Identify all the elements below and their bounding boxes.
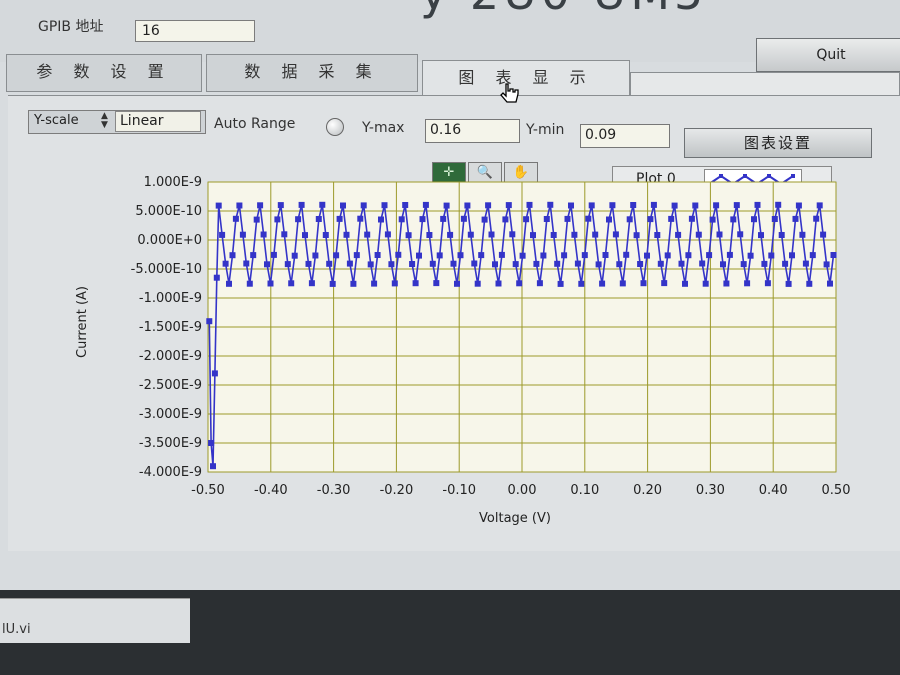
window-title: y 2U0 UM5 [420,0,707,20]
tab-data-acquisition[interactable]: 数 据 采 集 [206,54,418,92]
app-window: y 2U0 UM5 GPIB 地址 16 Quit 参 数 设 置 数 据 采 … [0,0,900,590]
tab-parameter-settings[interactable]: 参 数 设 置 [6,54,202,92]
cursor-tool-icon[interactable]: ✛ [432,162,466,184]
yscale-spinner-icon[interactable]: ▲ ▼ [101,112,108,130]
yscale-label: Y-scale [34,113,79,128]
ymax-input[interactable]: 0.16 [425,119,520,143]
taskbar-label: lU.vi [2,622,31,637]
graph-palette: ✛ 🔍 ✋ [432,162,540,184]
ymin-input[interactable]: 0.09 [580,124,670,148]
quit-button[interactable]: Quit [756,38,900,72]
gpib-label: GPIB 地址 [38,19,104,35]
legend-plot-label: Plot 0 [636,171,676,187]
gpib-address-input[interactable]: 16 [135,20,255,42]
chart-settings-button[interactable]: 图表设置 [684,128,872,158]
autorange-label: Auto Range [214,116,296,132]
mouse-pointer-hand-icon [500,83,519,103]
ymax-label: Y-max [362,120,405,136]
pan-hand-icon[interactable]: ✋ [504,162,538,184]
autorange-toggle[interactable] [326,118,344,136]
yscale-select[interactable]: Linear [115,111,201,132]
ymin-label: Y-min [526,122,565,138]
zoom-icon[interactable]: 🔍 [468,162,502,184]
legend-swatch [704,169,802,191]
